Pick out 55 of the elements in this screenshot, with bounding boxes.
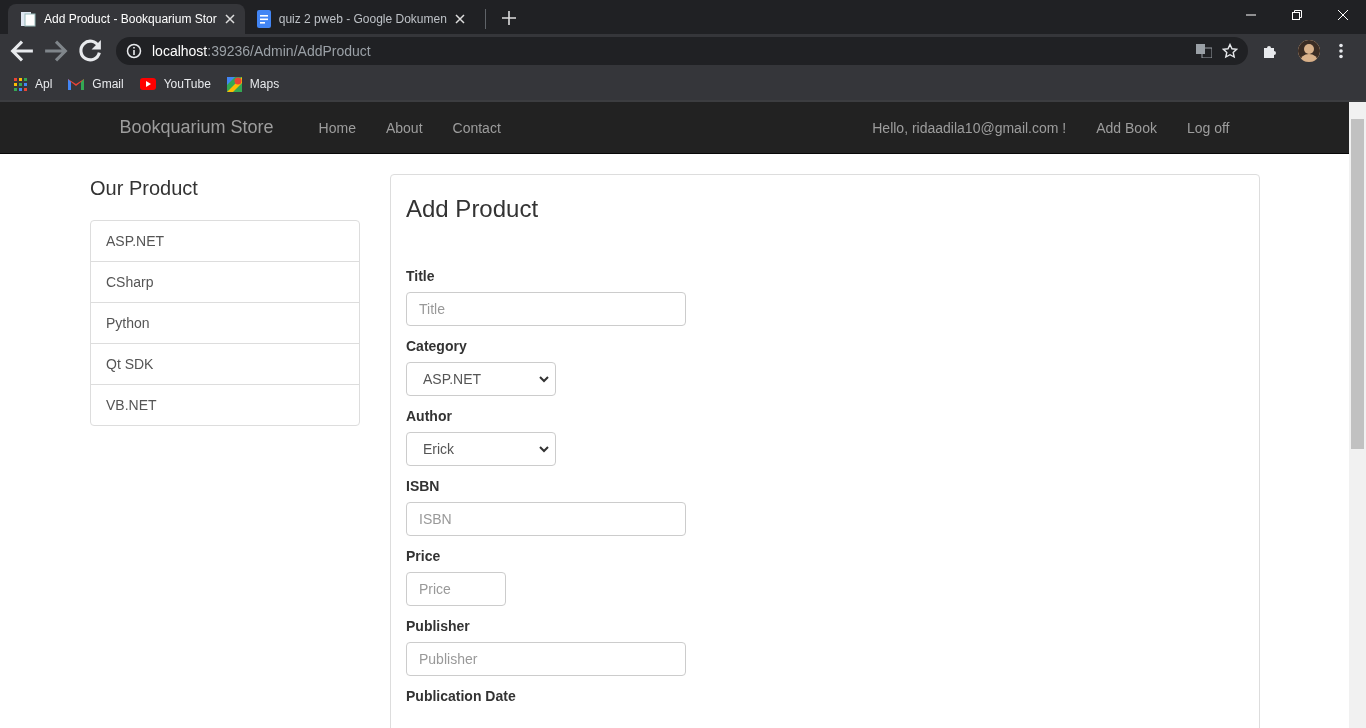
field-label: Price	[406, 547, 442, 565]
puzzle-icon[interactable]	[1262, 43, 1278, 59]
field-label: Publication Date	[406, 687, 517, 705]
field-label: ISBN	[406, 477, 441, 495]
nav-link[interactable]: Log off	[1171, 119, 1245, 136]
mail-icon	[68, 78, 85, 90]
bookmark-link[interactable]: Gmail	[68, 77, 124, 91]
category-item[interactable]: Qt SDK	[91, 343, 359, 384]
input-field[interactable]: Price	[406, 572, 506, 606]
field-label: Category	[406, 337, 468, 355]
form-title: Add Product	[406, 195, 540, 223]
close-icon[interactable]	[454, 14, 465, 24]
scroll-thumb[interactable]	[1351, 119, 1364, 449]
chevron-icon	[539, 445, 549, 453]
category-item[interactable]: ASP.NET	[91, 221, 359, 261]
bookmark-link[interactable]: YouTube	[139, 77, 211, 91]
nav-link[interactable]: Home	[303, 119, 371, 136]
browser-tab[interactable]: Add Product - Bookquarium Stor	[8, 4, 245, 34]
nav-link[interactable]: Add Book	[1081, 119, 1172, 136]
field-label: Title	[406, 267, 436, 285]
map-pin-icon	[226, 76, 242, 92]
scrollbar[interactable]	[1349, 102, 1366, 728]
menu-icon[interactable]	[1338, 43, 1344, 59]
address-bar[interactable]: localhost:39236/Admin/AddProduct	[116, 37, 1248, 65]
apps-grid-icon	[14, 77, 27, 91]
input-field[interactable]: ISBN	[406, 502, 686, 536]
document-icon	[256, 10, 271, 28]
close-icon[interactable]	[224, 14, 235, 24]
star-icon[interactable]	[1222, 43, 1238, 59]
browser-tab[interactable]: quiz 2 pweb - Google Dokumen	[244, 4, 475, 34]
close-icon	[1337, 9, 1349, 21]
greeting-text: Hello, ridaadila10@gmail.com !	[871, 119, 1068, 136]
category-item[interactable]: CSharp	[91, 261, 359, 302]
avatar[interactable]	[1298, 40, 1320, 62]
category-item[interactable]: VB.NET	[91, 384, 359, 425]
input-field[interactable]: Publisher	[406, 642, 686, 676]
input-field[interactable]: Title	[406, 292, 686, 326]
info-icon[interactable]	[126, 43, 142, 59]
category-item[interactable]: Python	[91, 302, 359, 343]
translate-icon[interactable]	[1196, 44, 1212, 58]
new-tab-icon[interactable]	[501, 11, 516, 25]
field-label: Author	[406, 407, 453, 425]
sidebar-title: Our Product	[90, 176, 199, 200]
dropdown[interactable]: Erick	[406, 432, 556, 466]
play-icon	[139, 78, 156, 90]
field-label: Publisher	[406, 617, 471, 635]
chevron-icon	[539, 375, 549, 383]
bookmark-link[interactable]: Apl	[14, 77, 53, 91]
restore-icon	[1291, 9, 1303, 21]
document-icon	[20, 11, 36, 27]
bookmark-link[interactable]: Maps	[226, 76, 280, 92]
nav-link[interactable]: About	[370, 119, 438, 136]
nav-link[interactable]: Contact	[437, 119, 516, 136]
dropdown[interactable]: ASP.NET	[406, 362, 556, 396]
brand-link[interactable]: Bookquarium Store	[104, 117, 289, 138]
